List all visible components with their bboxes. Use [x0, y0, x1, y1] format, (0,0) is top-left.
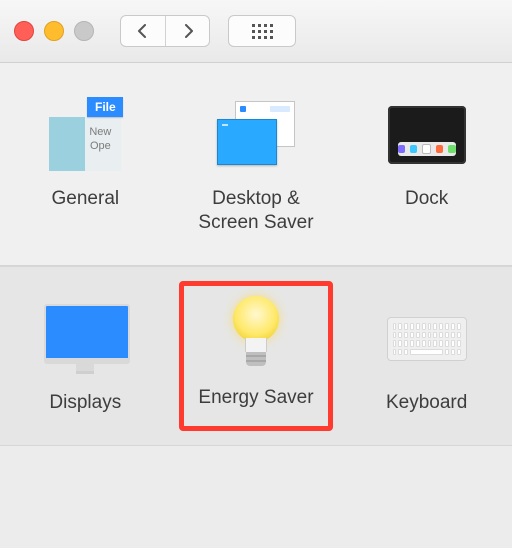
file-badge: File	[87, 97, 123, 117]
pref-label: Dock	[405, 187, 448, 211]
lightbulb-icon	[216, 294, 296, 374]
fullscreen-button[interactable]	[74, 21, 94, 41]
minimize-button[interactable]	[44, 21, 64, 41]
chevron-left-icon	[137, 24, 149, 38]
back-button[interactable]	[121, 16, 165, 46]
pref-row: File New Ope General Desktop & Screen Sa…	[0, 89, 512, 245]
pref-item-keyboard[interactable]: Keyboard	[341, 293, 512, 425]
chevron-right-icon	[182, 24, 194, 38]
pref-section-2: Displays Energy Saver Key	[0, 266, 512, 446]
close-button[interactable]	[14, 21, 34, 41]
displays-icon	[45, 299, 125, 379]
forward-button[interactable]	[165, 16, 209, 46]
general-icon: File New Ope	[45, 95, 125, 175]
pref-item-displays[interactable]: Displays	[0, 293, 171, 425]
pref-label: Energy Saver	[198, 386, 313, 410]
grid-icon	[252, 24, 273, 39]
dock-icon	[387, 95, 467, 175]
pref-item-desktop-screensaver[interactable]: Desktop & Screen Saver	[171, 89, 342, 245]
pref-label: Desktop & Screen Saver	[181, 187, 332, 235]
pref-label: Keyboard	[386, 391, 467, 415]
pref-item-general[interactable]: File New Ope General	[0, 89, 171, 245]
pref-item-dock[interactable]: Dock	[341, 89, 512, 245]
pref-row: Displays Energy Saver Key	[0, 293, 512, 425]
show-all-button[interactable]	[228, 15, 296, 47]
nav-button-group	[120, 15, 210, 47]
pref-item-energy-saver[interactable]: Energy Saver	[179, 281, 334, 431]
window-controls	[14, 21, 94, 41]
window-titlebar	[0, 0, 512, 63]
pref-label: Displays	[49, 391, 121, 415]
pref-label: General	[52, 187, 120, 211]
pref-section-1: File New Ope General Desktop & Screen Sa…	[0, 63, 512, 266]
keyboard-icon	[387, 299, 467, 379]
file-hint-text: New Ope	[89, 125, 111, 153]
desktop-screensaver-icon	[216, 95, 296, 175]
